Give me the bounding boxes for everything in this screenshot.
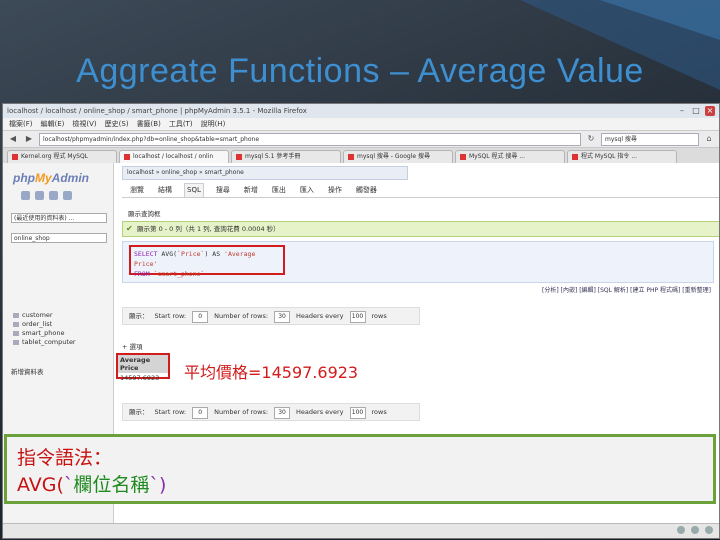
start-row-input[interactable]: 0 <box>192 311 209 323</box>
favicon-icon <box>572 153 578 160</box>
download-icon[interactable] <box>705 526 713 534</box>
phpmyadmin-logo[interactable]: phpMyAdmin <box>13 171 89 185</box>
menu-item-help[interactable]: 說明(H) <box>201 119 226 129</box>
table-list: customer order_list smart_phone tablet_c… <box>13 311 76 347</box>
logout-icon[interactable] <box>35 191 44 200</box>
browser-tab[interactable]: mysql 搜尋 - Google 搜尋 <box>343 150 453 163</box>
sidebar-item-tablet-computer[interactable]: tablet_computer <box>13 338 76 347</box>
headers-every-input[interactable]: 100 <box>349 407 366 419</box>
database-select[interactable]: online_shop <box>11 233 107 243</box>
addon-icon[interactable] <box>677 526 685 534</box>
result-header[interactable]: Average Price <box>118 355 168 373</box>
minimize-icon[interactable]: – <box>677 106 687 116</box>
sidebar-icon-row <box>21 191 72 200</box>
security-icon[interactable] <box>691 526 699 534</box>
success-message: 顯示第 0 - 0 列（共 1 列, 查詢花費 0.0004 秒） <box>122 221 719 237</box>
browser-tab[interactable]: mysql 5.1 參考手冊 <box>231 150 341 163</box>
show-button[interactable]: 顯示： <box>129 404 149 420</box>
menu-item-bookmarks[interactable]: 書籤(B) <box>137 119 161 129</box>
tab-bar: Kernel.org 程式 MySQL localhost / localhos… <box>3 148 719 164</box>
show-button[interactable]: 顯示： <box>129 308 149 324</box>
tab-browse[interactable]: 瀏覽 <box>128 183 146 197</box>
tab-operations[interactable]: 操作 <box>326 183 344 197</box>
sidebar-item-order-list[interactable]: order_list <box>13 320 76 329</box>
row-controls-bottom: 顯示： Start row: 0 Number of rows: 30 Head… <box>122 403 420 421</box>
sql-query-box: SELECT AVG(`Price`) AS 'Average Price' F… <box>122 241 714 283</box>
start-row-input[interactable]: 0 <box>192 407 209 419</box>
home-icon[interactable]: ⌂ <box>703 133 715 145</box>
recent-tables-select[interactable]: (最近使用的資料表) ... <box>11 213 107 223</box>
menu-item-file[interactable]: 檔案(F) <box>9 119 33 129</box>
breadcrumb[interactable]: localhost » online_shop » smart_phone <box>122 166 408 180</box>
window-titlebar: localhost / localhost / online_shop / sm… <box>3 104 719 118</box>
options-label[interactable]: + 選項 <box>122 341 143 351</box>
result-table: Average Price 14597.6923 <box>116 353 170 382</box>
tab-export[interactable]: 匯出 <box>270 183 288 197</box>
sidebar-item-customer[interactable]: customer <box>13 311 76 320</box>
show-query-label[interactable]: 顯示查詢框 <box>128 208 161 218</box>
menu-bar: 檔案(F) 編輯(E) 檢視(V) 歷史(S) 書籤(B) 工具(T) 說明(H… <box>3 118 719 131</box>
docs-icon[interactable] <box>49 191 58 200</box>
favicon-icon <box>12 153 18 160</box>
result-value: 14597.6923 <box>120 374 160 382</box>
syntax-callout: 指令語法： AVG(`欄位名稱`) <box>4 434 716 504</box>
tab-import[interactable]: 匯入 <box>298 183 316 197</box>
browser-tab[interactable]: 程式 MySQL 指令 ... <box>567 150 677 163</box>
number-of-rows-input[interactable]: 30 <box>274 311 291 323</box>
tab-search[interactable]: 搜尋 <box>214 183 232 197</box>
sql-query-highlight: SELECT AVG(`Price`) AS 'Average Price' F… <box>129 245 285 278</box>
menu-item-edit[interactable]: 編輯(E) <box>41 119 65 129</box>
row-controls-top: 顯示： Start row: 0 Number of rows: 30 Head… <box>122 307 420 325</box>
slide-title: Aggreate Functions – Average Value <box>76 52 644 90</box>
address-bar[interactable]: localhost/phpmyadmin/index.php?db=online… <box>39 132 581 146</box>
tab-insert[interactable]: 新增 <box>242 183 260 197</box>
query-links[interactable]: [分析] [內嵌] [編輯] [SQL 解析] [建立 PHP 程式碼] [重新… <box>542 285 711 294</box>
syntax-label: 指令語法： <box>17 447 113 469</box>
headers-every-input[interactable]: 100 <box>349 311 366 323</box>
tab-triggers[interactable]: 觸發器 <box>354 183 379 197</box>
favicon-icon <box>348 153 354 160</box>
maximize-icon[interactable]: □ <box>691 106 701 116</box>
back-icon[interactable]: ◀ <box>7 133 19 145</box>
favicon-icon <box>236 153 242 160</box>
number-of-rows-input[interactable]: 30 <box>274 407 291 419</box>
sidebar-item-smart-phone[interactable]: smart_phone <box>13 329 76 338</box>
home-icon[interactable] <box>21 191 30 200</box>
settings-icon[interactable] <box>63 191 72 200</box>
window-title: localhost / localhost / online_shop / sm… <box>7 107 307 115</box>
browser-tab[interactable]: MySQL 程式 搜尋 ... <box>455 150 565 163</box>
create-table-link[interactable]: 新增資料表 <box>11 366 44 376</box>
menu-item-tools[interactable]: 工具(T) <box>169 119 193 129</box>
tab-structure[interactable]: 結構 <box>156 183 174 197</box>
browser-tab[interactable]: Kernel.org 程式 MySQL <box>7 150 117 163</box>
close-icon[interactable]: × <box>705 106 715 116</box>
average-annotation: 平均價格=14597.6923 <box>184 363 359 382</box>
top-tabs: 瀏覽 結構 SQL 搜尋 新增 匯出 匯入 操作 觸發器 <box>122 183 719 198</box>
browser-tab-active[interactable]: localhost / localhost / onlin <box>119 150 229 163</box>
syntax-line: AVG(`欄位名稱`) <box>17 474 167 496</box>
tab-sql[interactable]: SQL <box>184 183 204 197</box>
favicon-icon <box>460 153 466 160</box>
menu-item-view[interactable]: 檢視(V) <box>72 119 96 129</box>
search-input[interactable]: mysql 搜尋 <box>601 132 699 146</box>
navigation-bar: ◀ ▶ localhost/phpmyadmin/index.php?db=on… <box>3 131 719 148</box>
favicon-icon <box>124 153 130 160</box>
forward-icon[interactable]: ▶ <box>23 133 35 145</box>
status-bar <box>3 523 719 538</box>
menu-item-history[interactable]: 歷史(S) <box>105 119 129 129</box>
reload-icon[interactable]: ↻ <box>585 133 597 145</box>
